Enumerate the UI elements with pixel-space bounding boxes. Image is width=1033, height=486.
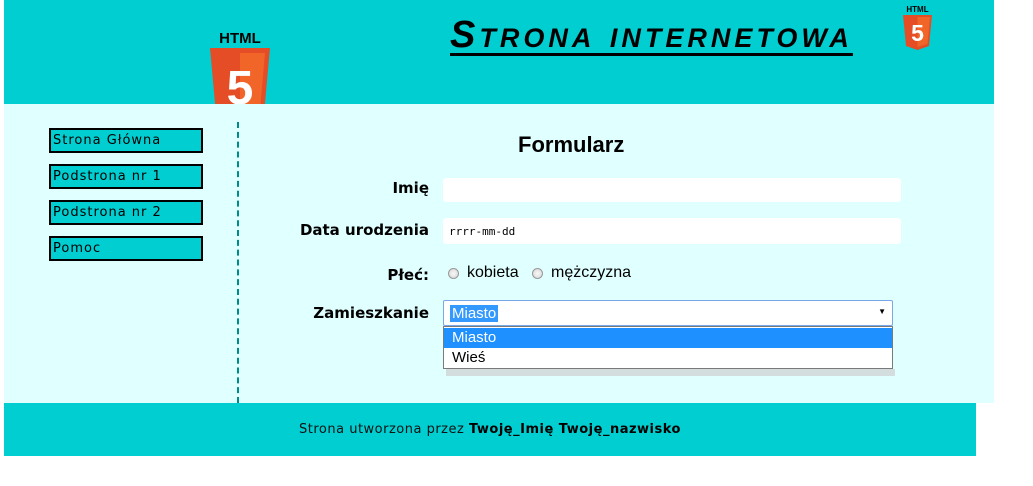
chevron-down-icon: ▼ xyxy=(878,307,886,316)
nav-item-subpage-1[interactable]: Podstrona nr 1 xyxy=(49,164,203,189)
html5-small-logo-icon: HTML 5 xyxy=(903,5,932,50)
nav-item-subpage-2[interactable]: Podstrona nr 2 xyxy=(49,200,203,225)
birth-date-placeholder: rrrr-mm-dd xyxy=(449,225,516,238)
name-input[interactable] xyxy=(443,178,901,202)
form-title: Formularz xyxy=(518,132,625,157)
html5-logo-text: HTML xyxy=(219,30,261,47)
footer-prefix: Strona utworzona przez xyxy=(299,422,469,437)
dropdown-shadow xyxy=(446,369,895,376)
html5-small-logo-text: HTML xyxy=(906,5,928,14)
gender-female-radio[interactable] xyxy=(448,268,459,279)
residence-select[interactable]: Miasto ▼ xyxy=(443,300,893,326)
sidebar-divider xyxy=(237,122,239,403)
residence-option-city[interactable]: Miasto xyxy=(444,328,892,348)
footer-author: Twoję_Imię Twoję_nazwisko xyxy=(468,422,681,437)
site-title: Strona internetowa xyxy=(450,14,853,56)
html5-small-logo-number: 5 xyxy=(911,20,924,46)
gender-male-label: mężczyzna xyxy=(551,264,632,281)
nav-item-help[interactable]: Pomoc xyxy=(49,236,203,261)
gender-label: Płeć: xyxy=(387,266,429,284)
footer-text: Strona utworzona przez Twoję_Imię Twoję_… xyxy=(4,422,976,437)
residence-label: Zamieszkanie xyxy=(313,304,429,322)
residence-option-village[interactable]: Wieś xyxy=(444,348,892,368)
residence-selected-value: Miasto xyxy=(450,305,499,322)
site-footer: Strona utworzona przez Twoję_Imię Twoję_… xyxy=(4,403,976,456)
sidebar-nav: Strona Główna Podstrona nr 1 Podstrona n… xyxy=(49,128,203,272)
birth-date-label: Data urodzenia xyxy=(299,221,429,239)
gender-female-label: kobieta xyxy=(467,264,519,281)
nav-item-home[interactable]: Strona Główna xyxy=(49,128,203,153)
gender-male-radio[interactable] xyxy=(532,268,543,279)
name-label: Imię xyxy=(392,179,429,197)
residence-dropdown: Miasto Wieś xyxy=(443,326,893,369)
